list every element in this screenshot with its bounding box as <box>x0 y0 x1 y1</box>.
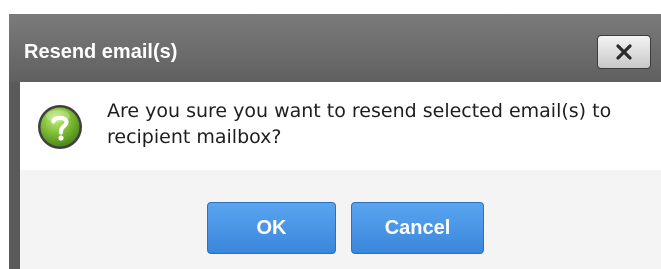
close-icon <box>614 42 634 62</box>
resend-email-dialog: Resend email(s) Are you sure you want to… <box>9 14 661 269</box>
dialog-title: Resend email(s) <box>24 41 178 63</box>
dialog-body: Are you sure you want to resend selected… <box>20 82 661 269</box>
close-button[interactable] <box>597 35 651 69</box>
message-row: Are you sure you want to resend selected… <box>20 82 661 170</box>
dialog-titlebar: Resend email(s) <box>9 14 661 82</box>
question-mark-icon <box>36 103 84 151</box>
cancel-button[interactable]: Cancel <box>351 202 484 254</box>
confirmation-message: Are you sure you want to resend selected… <box>107 100 612 148</box>
ok-button[interactable]: OK <box>207 202 336 254</box>
